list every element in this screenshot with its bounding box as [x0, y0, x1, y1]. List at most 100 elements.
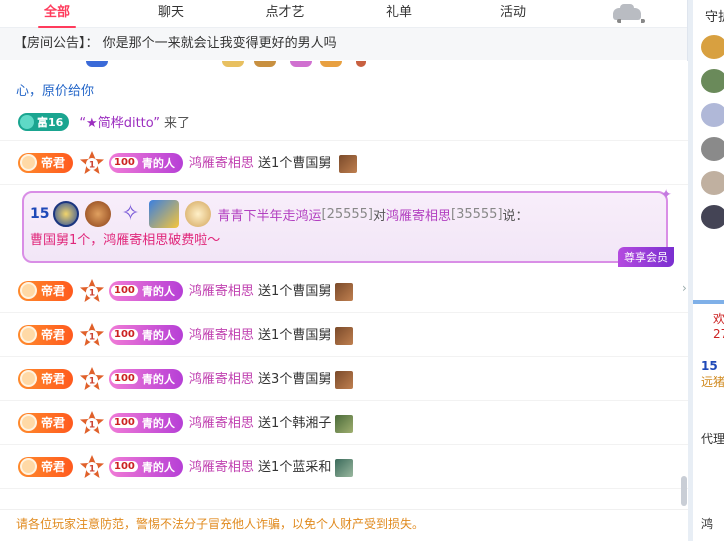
- badge-icon: [222, 61, 244, 67]
- right-text: 远猪: [701, 375, 724, 389]
- shield-icon: [20, 154, 37, 171]
- vip-sender-id: [25555]: [321, 206, 374, 222]
- gift-message: 鸿雁寄相思 送1个蓝采和: [189, 456, 354, 477]
- vip-level: 15: [30, 206, 50, 222]
- fan-level: 100: [111, 373, 138, 384]
- sparkle-icon: ✧: [121, 201, 140, 226]
- svg-text:1: 1: [89, 288, 95, 298]
- badge-icon: [356, 61, 366, 67]
- fan-badge: 100 青的人: [109, 324, 183, 345]
- divider: [693, 300, 724, 304]
- gift-action: 送3个曹国舅: [258, 372, 332, 388]
- partial-badge-row: [0, 61, 688, 81]
- gift-icon: [335, 326, 354, 345]
- svg-text:1: 1: [89, 464, 95, 474]
- gift-row: 帝君 1 100 青的人 鸿雁寄相思 送3个曹国舅: [0, 357, 688, 401]
- tab-talent[interactable]: 点才艺: [228, 0, 342, 28]
- notice-label: 【房间公告】：: [14, 36, 99, 51]
- emperor-badge: 帝君: [18, 152, 74, 173]
- guard-avatar[interactable]: [701, 171, 724, 195]
- gift-icon: [335, 370, 354, 389]
- badge-icon: [290, 61, 312, 67]
- gift-action: 送1个曹国舅: [258, 156, 332, 172]
- vip-message-card: 15 ✧ 青青下半年走鸿运 [25555] 对 鸿雁寄相思 [35555] 说：…: [22, 187, 674, 267]
- guard-avatar[interactable]: [701, 35, 724, 59]
- guard-avatar[interactable]: [701, 205, 724, 229]
- tab-all[interactable]: 全部: [0, 0, 114, 28]
- gift-row: 帝君 1 100 青的人 鸿雁寄相思 送1个韩湘子: [0, 401, 688, 445]
- gift-icon: [339, 154, 358, 173]
- gift-message: 鸿雁寄相思 送1个曹国舅: [189, 280, 354, 301]
- fan-badge: 100 青的人: [109, 412, 183, 433]
- svg-text:1: 1: [89, 376, 95, 386]
- shield-icon: [20, 458, 37, 475]
- gift-icon: [335, 282, 354, 301]
- gift-action: 送1个曹国舅: [258, 284, 332, 300]
- vip-receiver-name[interactable]: 鸿雁寄相思: [386, 205, 451, 224]
- guard-avatar[interactable]: [701, 69, 724, 93]
- star-level-icon: 1: [79, 322, 105, 348]
- right-panel-header[interactable]: 守护: [693, 0, 724, 25]
- fan-badge: 100 青的人: [109, 456, 183, 477]
- gift-row-list: 帝君 1 100 青的人 鸿雁寄相思 送1个曹国舅 帝君 1 100 青的人 鸿雁寄相思 送1个曹…: [0, 269, 688, 489]
- hexagon-badge-icon: [85, 201, 112, 227]
- chat-tabs: 全部 聊天 点才艺 礼单 活动: [0, 0, 687, 28]
- badge-icon: [254, 61, 276, 67]
- svg-text:1: 1: [89, 420, 95, 430]
- fan-label: 青的人: [141, 372, 175, 386]
- gift-message: 鸿雁寄相思 送3个曹国舅: [189, 368, 354, 389]
- fan-level: 100: [111, 285, 138, 296]
- sender-name[interactable]: 鸿雁寄相思: [189, 284, 254, 299]
- fan-label: 青的人: [141, 460, 175, 474]
- gift-row: 帝君 1 100 青的人 鸿雁寄相思 送1个曹国舅: [0, 141, 688, 185]
- tab-gift-list[interactable]: 礼单: [342, 0, 456, 28]
- fan-badge: 100 青的人: [109, 152, 183, 173]
- chat-feed[interactable]: 心，原价给你 富16 “★简桦ditto” 来了 帝君 1 100 青的人 鸿雁…: [0, 61, 688, 509]
- star-level-icon: 1: [79, 454, 105, 480]
- shield-icon: [20, 414, 37, 431]
- sender-name[interactable]: 鸿雁寄相思: [189, 372, 254, 387]
- vip-message-text: 曹国舅1个，鸿雁寄相思破费啦～: [30, 233, 221, 248]
- sparkle-icon: ✦: [660, 187, 672, 203]
- gift-action: 送1个韩湘子: [258, 416, 332, 432]
- badge-icon: [86, 61, 108, 67]
- right-text: 27: [713, 327, 724, 341]
- sender-name[interactable]: 鸿雁寄相思: [189, 416, 254, 431]
- guard-avatar[interactable]: [701, 103, 724, 127]
- shield-icon: [20, 282, 37, 299]
- shield-icon: [20, 326, 37, 343]
- emperor-label: 帝君: [41, 372, 66, 386]
- join-action: 来了: [164, 116, 191, 131]
- right-panel: 守护 欢 27 15 远猪 代理 鸿: [693, 0, 724, 541]
- emperor-badge: 帝君: [18, 368, 74, 389]
- join-user-name[interactable]: “★简桦ditto”: [79, 112, 160, 131]
- chat-panel: 全部 聊天 点才艺 礼单 活动 【房间公告】： 你是那个一来就会让我变得更好的男…: [0, 0, 688, 541]
- notice-text: 你是那个一来就会让我变得更好的男人吗: [102, 36, 337, 51]
- emperor-label: 帝君: [41, 284, 66, 298]
- tab-activity[interactable]: 活动: [456, 0, 570, 28]
- gift-message: 鸿雁寄相思 送1个韩湘子: [189, 412, 354, 433]
- crown-badge-icon: [149, 200, 180, 228]
- sender-name[interactable]: 鸿雁寄相思: [189, 156, 254, 171]
- gift-action: 送1个蓝采和: [258, 460, 332, 476]
- scroll-thumb[interactable]: [681, 476, 687, 506]
- fan-label: 青的人: [141, 328, 175, 342]
- chevron-right-icon[interactable]: ›: [682, 278, 692, 298]
- right-text: 欢: [713, 312, 724, 326]
- tab-car[interactable]: [570, 0, 684, 28]
- tab-chat[interactable]: 聊天: [114, 0, 228, 28]
- badge-icon: [320, 61, 342, 67]
- vip-tag: 尊享会员: [618, 247, 674, 267]
- guard-avatar[interactable]: [701, 137, 724, 161]
- rich-level-icon: [20, 114, 34, 129]
- join-row: 富16 “★简桦ditto” 来了: [0, 103, 688, 141]
- message-continuation: 心，原价给你: [16, 84, 95, 99]
- sender-name[interactable]: 鸿雁寄相思: [189, 460, 254, 475]
- sender-name[interactable]: 鸿雁寄相思: [189, 328, 254, 343]
- fan-label: 青的人: [141, 416, 175, 430]
- rich-level-badge: 富16: [18, 112, 70, 131]
- room-notice: 【房间公告】： 你是那个一来就会让我变得更好的男人吗: [0, 28, 687, 60]
- emperor-label: 帝君: [41, 328, 66, 342]
- gift-row: 帝君 1 100 青的人 鸿雁寄相思 送1个曹国舅: [0, 269, 688, 313]
- vip-sender-name[interactable]: 青青下半年走鸿运: [217, 205, 321, 224]
